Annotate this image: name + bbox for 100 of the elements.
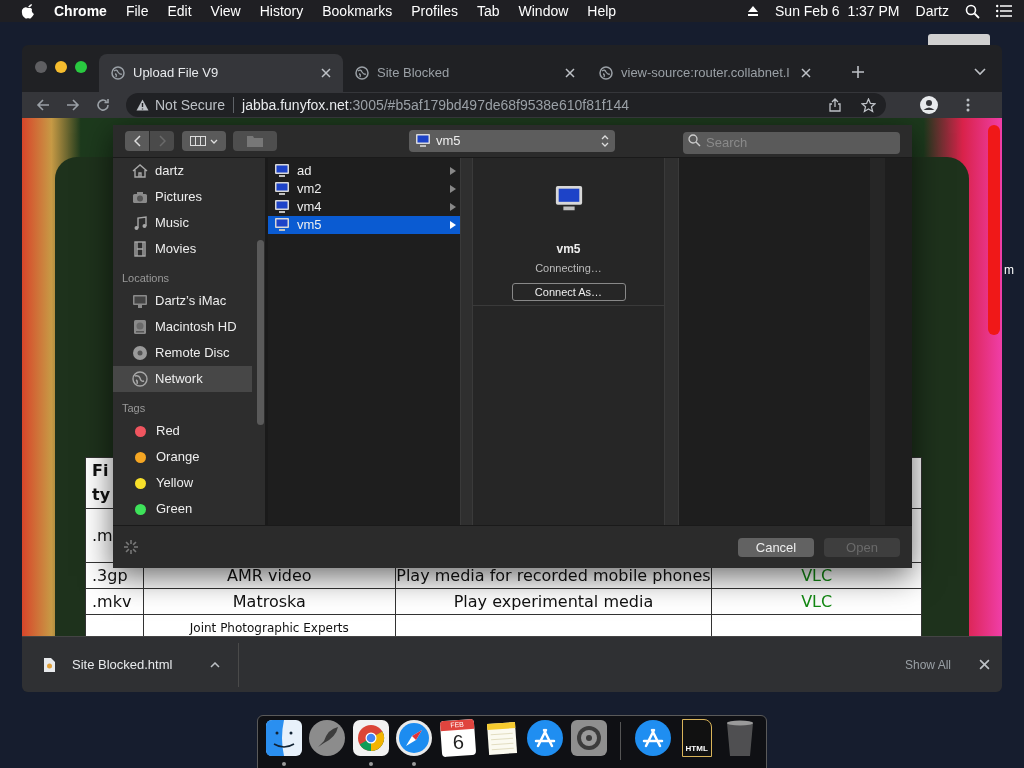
browser-tab[interactable]: view-source:router.collabnet.l (587, 54, 823, 92)
close-window-button[interactable] (35, 61, 47, 73)
sidebar-item[interactable]: Network (113, 366, 252, 392)
minimize-window-button[interactable] (55, 61, 67, 73)
file-icon (44, 657, 55, 672)
menu-item[interactable]: Tab (476, 0, 500, 22)
show-all-link[interactable]: Show All (904, 655, 951, 674)
sidebar-item[interactable]: Red (113, 418, 252, 444)
disc-icon (131, 344, 149, 362)
menu-item[interactable]: Edit (167, 0, 192, 22)
dialog-button[interactable]: Cancel (738, 537, 814, 557)
monitor-icon (415, 133, 431, 149)
smiling-face-icon[interactable] (265, 720, 302, 756)
back-button[interactable] (125, 131, 149, 151)
clock[interactable]: Sun Feb 6 1:37 PM (775, 0, 900, 22)
connect-as-button[interactable]: Connect As… (511, 282, 626, 301)
app-store-icon[interactable] (634, 719, 673, 757)
eject-icon[interactable] (747, 5, 759, 17)
menu-item[interactable]: Help (587, 0, 617, 22)
computer-icon (131, 292, 149, 310)
desktop-label: m (1004, 262, 1014, 279)
sidebar-item[interactable]: Yellow (113, 470, 252, 496)
close-tab-icon[interactable] (565, 68, 575, 78)
download-file-name[interactable]: Site Blocked.html (72, 654, 173, 675)
reload-icon[interactable] (96, 98, 110, 112)
sidebar-item[interactable]: Music (113, 210, 252, 236)
chevron-down-icon[interactable] (974, 67, 986, 76)
sidebar-item[interactable]: Remote Disc (113, 340, 252, 366)
document-icon[interactable]: HTML (681, 719, 712, 757)
chevron-up-icon[interactable] (210, 661, 221, 668)
scrollbar-thumb[interactable] (988, 125, 1000, 335)
table-cell: Matroska (232, 591, 306, 611)
browser-tab[interactable]: Site Blocked (343, 54, 587, 92)
address-bar[interactable]: Not Secure jabba.funyfox.net:3005/#b5af179bd497de68f9538e610f81f144 (126, 93, 886, 117)
monitor-icon (274, 217, 290, 233)
table-cell: Play media for recorded mobile phones (396, 565, 711, 585)
list-icon[interactable] (996, 4, 1012, 18)
file-row[interactable]: vm4 (268, 198, 460, 216)
sidebar-item[interactable]: Pictures (113, 184, 252, 210)
location-popup[interactable]: vm5 (409, 130, 615, 152)
sidebar-item[interactable]: Orange (113, 444, 252, 470)
menu-item[interactable]: View (210, 0, 241, 22)
film-strip-icon (131, 240, 149, 258)
compass-icon[interactable] (395, 719, 434, 757)
search-icon[interactable] (965, 3, 980, 19)
document-label: HTML (685, 744, 708, 753)
table-cell: AMR video (227, 565, 312, 585)
share-icon[interactable] (829, 98, 841, 112)
security-label: Not Secure (155, 95, 226, 115)
columns-icon (190, 136, 206, 146)
forward-arrow-icon[interactable] (66, 98, 80, 112)
connection-status: Connecting… (535, 261, 602, 276)
sidebar-item[interactable]: Movies (113, 236, 252, 262)
menu-item[interactable]: File (125, 0, 149, 22)
app-menu[interactable]: Chrome (54, 0, 107, 22)
table-cell: Fi ty (92, 461, 111, 504)
close-tab-icon[interactable] (801, 68, 811, 78)
close-icon[interactable] (979, 659, 990, 670)
warning-icon (136, 99, 149, 111)
sidebar-scrollbar[interactable] (257, 240, 264, 425)
user-name[interactable]: Dartz (915, 0, 949, 22)
menu-item[interactable]: History (259, 0, 304, 22)
profile-icon[interactable] (920, 96, 938, 114)
search-icon (688, 134, 701, 147)
table-cell: .3gp (92, 565, 128, 585)
zoom-window-button[interactable] (75, 61, 87, 73)
sidebar-item[interactable]: Dartz’s iMac (113, 288, 252, 314)
table-cell: .mkv (92, 591, 132, 611)
menu-item[interactable]: Bookmarks (322, 0, 393, 22)
chevron-right-icon (158, 135, 166, 147)
sidebar-item[interactable]: Green (113, 496, 252, 522)
menu-item[interactable]: Profiles (411, 0, 458, 22)
close-tab-icon[interactable] (321, 68, 331, 78)
apple-logo-icon[interactable] (21, 3, 35, 19)
disclosure-arrow-icon (450, 185, 456, 193)
new-tab-icon[interactable] (851, 64, 865, 79)
disclosure-arrow-icon (450, 221, 456, 229)
view-options-button[interactable] (182, 131, 226, 151)
menu-item[interactable]: Window (518, 0, 569, 22)
url-text: jabba.funyfox.net:3005/#b5af179bd497de68f9538e610f81f144 (242, 95, 629, 115)
monitor-icon (274, 163, 290, 179)
file-row[interactable]: ad (268, 162, 460, 180)
chrome-logo-icon[interactable] (352, 720, 389, 756)
tab-title: view-source:router.collabnet.l (621, 64, 791, 83)
file-row[interactable]: vm2 (268, 180, 460, 198)
sidebar-section-title: Tags (121, 400, 147, 416)
globe-icon (599, 66, 613, 80)
sidebar-item[interactable]: Macintosh HD (113, 314, 252, 340)
table-cell: Play experimental media (453, 591, 654, 611)
more-icon[interactable] (966, 98, 970, 112)
chevron-left-icon (133, 135, 141, 147)
app-store-icon[interactable] (526, 719, 565, 757)
sidebar-section-title: Locations (121, 270, 171, 286)
sidebar-item[interactable]: dartz (113, 158, 252, 184)
file-row[interactable]: vm5 (268, 216, 460, 234)
table-cell: VLC (801, 591, 833, 611)
monitor-icon (274, 181, 290, 197)
back-arrow-icon[interactable] (36, 98, 50, 112)
browser-tab[interactable]: Upload File V9 (99, 54, 343, 92)
star-icon[interactable] (861, 97, 876, 113)
